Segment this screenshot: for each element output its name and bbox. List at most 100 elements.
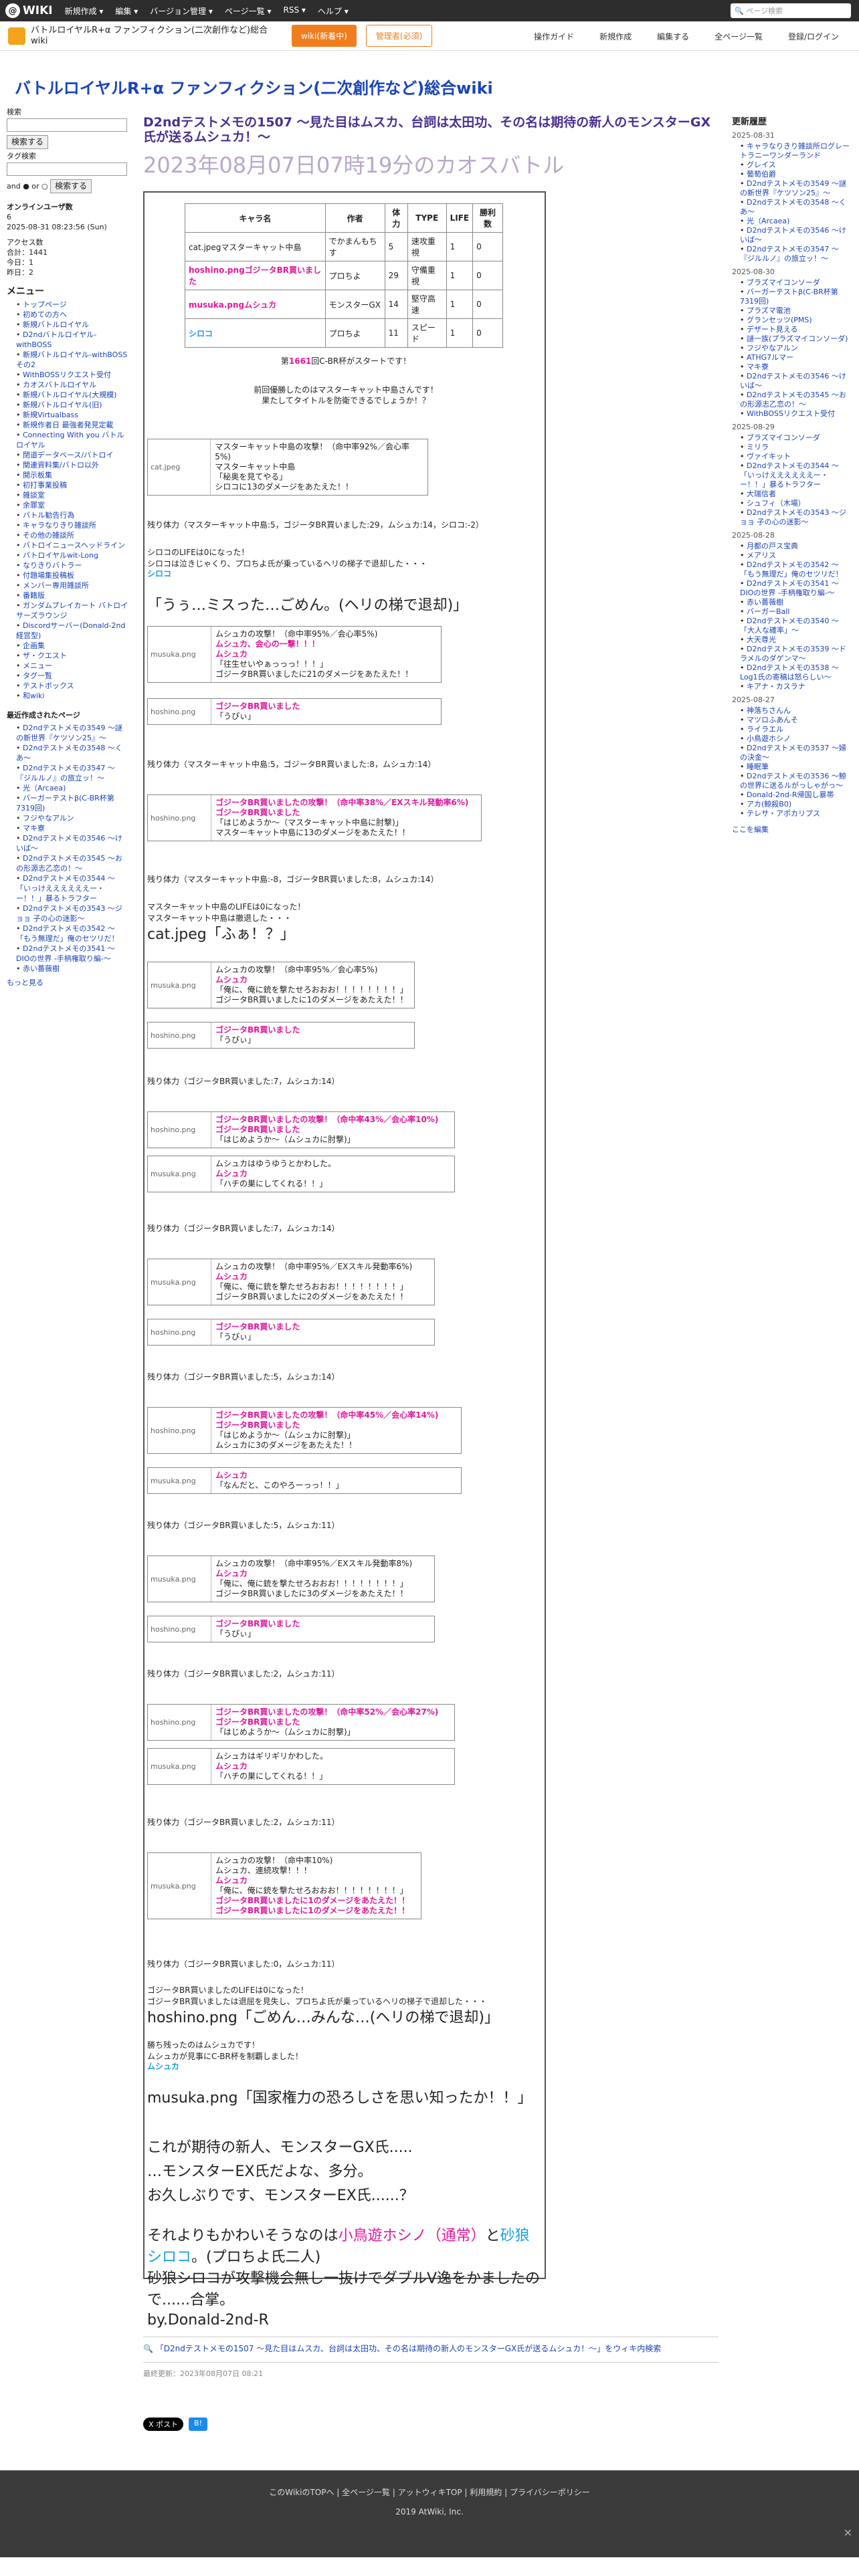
recent-link[interactable]: D2ndテストメモの3542 ～「もう無理だ」俺のセツリだ！: [16, 924, 119, 943]
history-item[interactable]: マツロふあんそ: [740, 716, 852, 725]
atwiki-logo[interactable]: @ WIKI: [5, 3, 53, 18]
history-link[interactable]: ATHG7ルマー: [747, 353, 793, 362]
sidebar-menu-item[interactable]: WithBOSSリクエスト受付: [16, 370, 128, 380]
history-item[interactable]: D2ndテストメモの3537 ～婦の決金～: [740, 744, 852, 762]
close-icon[interactable]: ✕: [844, 2527, 852, 2539]
history-item[interactable]: シュフィ（木場）: [740, 499, 852, 508]
history-link[interactable]: D2ndテストメモの3543 ～ジョョ 子の心の迷影～: [740, 508, 846, 526]
sidebar-menu-item[interactable]: 開示板集: [16, 470, 128, 480]
sidebar-menu-item[interactable]: バトロイニュースヘッドライン: [16, 540, 128, 550]
sidebar-menu-item[interactable]: 和wiki: [16, 691, 128, 701]
recent-item[interactable]: バーガーテストβ(C-BR杯第7319回): [16, 793, 128, 813]
recent-item[interactable]: D2ndテストメモの3542 ～「もう無理だ」俺のセツリだ！: [16, 924, 128, 944]
sidebar-menu-link[interactable]: トップページ: [23, 300, 67, 309]
sidebar-menu-item[interactable]: なりきりバトラー: [16, 560, 128, 570]
history-link[interactable]: 葡萄伯爵: [747, 170, 776, 179]
site-name[interactable]: バトルロイヤルR+α ファンフィクション(二次創作など)総合wiki: [31, 25, 278, 47]
hatena-button[interactable]: B!: [189, 2418, 208, 2431]
history-link[interactable]: バーガーBall: [747, 607, 789, 616]
history-link[interactable]: バーガーテストβ(C-BR杯第7319回): [740, 288, 838, 306]
history-item[interactable]: グレイス: [740, 160, 852, 170]
sidebar-menu-item[interactable]: トップページ: [16, 300, 128, 310]
history-item[interactable]: WithBOSSリクエスト受付: [740, 409, 852, 419]
sidebar-menu-link[interactable]: その他の雑談所: [23, 531, 74, 540]
history-item[interactable]: テレサ・アポカリプス: [740, 809, 852, 819]
sidebar-menu-item[interactable]: キャラなりきり雑談所: [16, 520, 128, 530]
recent-item[interactable]: フジやなアルン: [16, 813, 128, 823]
sidebar-menu-item[interactable]: タグ一覧: [16, 671, 128, 681]
history-item[interactable]: D2ndテストメモの3546 ～けいば～: [740, 372, 852, 391]
sidebar-menu-link[interactable]: ザ・クエスト: [23, 651, 67, 660]
sidebar-menu-item[interactable]: 番籍版: [16, 591, 128, 601]
recent-link[interactable]: マキ寮: [23, 824, 45, 833]
history-item[interactable]: D2ndテストメモの3540 ～「大人な確率」～: [740, 617, 852, 635]
and-or-radio[interactable]: and ● or ○: [7, 182, 48, 191]
history-item[interactable]: キャラなりきり雑談所ログレートラニーワンダーランド: [740, 142, 852, 160]
sidebar-menu-link[interactable]: 新規バトルロイヤル-withBOSSその2: [16, 350, 127, 369]
history-item[interactable]: Donald-2nd-R帰国し暴帯: [740, 790, 852, 800]
history-item[interactable]: D2ndテストメモの3548 ～くあ～: [740, 198, 852, 217]
history-link[interactable]: ブラズマイコンソーダ: [747, 433, 820, 442]
sidebar-menu-item[interactable]: Discordサーバー(Donald-2nd経営型): [16, 621, 128, 641]
sidebar-menu-item[interactable]: メニュー: [16, 661, 128, 671]
history-link[interactable]: フジやなアルン: [747, 344, 798, 352]
sidebar-menu-link[interactable]: ガンダムプレイカート バトロイサーズラウンジ: [16, 601, 128, 620]
sidebar-search-input[interactable]: [7, 118, 127, 132]
history-item[interactable]: 赤い薔薇樹: [740, 598, 852, 607]
history-link[interactable]: D2ndテストメモの3549 ～謎の新世界『ケツソン25』～: [740, 179, 846, 197]
sidebar-menu-link[interactable]: D2ndバトルロイヤル-withBOSS: [16, 330, 96, 349]
history-item[interactable]: D2ndテストメモの3549 ～謎の新世界『ケツソン25』～: [740, 179, 852, 198]
edit-link[interactable]: 編集する: [657, 31, 689, 42]
history-link[interactable]: アカ(鯨殺B0): [747, 800, 791, 809]
recent-link[interactable]: D2ndテストメモの3544 ～「いっけええええええー・ー！！」暴るトラフター: [16, 874, 115, 903]
history-item[interactable]: ライラエル: [740, 725, 852, 734]
history-item[interactable]: 神落ちさんん: [740, 706, 852, 716]
history-item[interactable]: D2ndテストメモの3536 ～鯨の世界に送るルがっしゃがっ～: [740, 772, 852, 790]
wiki-title[interactable]: バトルロイヤルR+α ファンフィクション(二次創作など)総合wiki: [15, 75, 493, 98]
sidebar-menu-link[interactable]: なりきりバトラー: [23, 561, 82, 570]
x-post-button[interactable]: X ポスト: [143, 2418, 184, 2431]
history-link[interactable]: 月都の戸ス宝典: [747, 542, 798, 550]
sidebar-menu-item[interactable]: 初打事業投稿: [16, 480, 128, 490]
recent-link[interactable]: D2ndテストメモの3549 ～謎の新世界『ケツソン25』～: [16, 724, 122, 742]
all-pages-link[interactable]: 全ページ一覧: [714, 31, 763, 42]
footer-link[interactable]: 全ページ一覧: [342, 2488, 390, 2497]
history-link[interactable]: D2ndテストメモの3538 ～Log1氏の寄稿は怒らしい～: [740, 663, 839, 681]
history-link[interactable]: D2ndテストメモの3537 ～婦の決金～: [740, 744, 846, 762]
history-item[interactable]: D2ndテストメモの3543 ～ジョョ 子の心の迷影～: [740, 508, 852, 527]
history-link[interactable]: マツロふあんそ: [747, 716, 798, 724]
sidebar-menu-link[interactable]: 関連資料集/バトロ以外: [23, 461, 99, 469]
sidebar-menu-link[interactable]: 企画集: [23, 641, 45, 650]
menu-version[interactable]: バージョン管理 ▾: [150, 5, 213, 17]
history-link[interactable]: 神落ちさんん: [747, 706, 791, 715]
history-link[interactable]: デザート見える: [747, 325, 798, 334]
sidebar-menu-link[interactable]: 新規バトルロイヤル: [23, 320, 89, 329]
sidebar-menu-link[interactable]: バトロイニュースヘッドライン: [23, 541, 125, 550]
tag-search-input[interactable]: [7, 163, 127, 176]
history-item[interactable]: デザート見える: [740, 325, 852, 334]
history-item[interactable]: D2ndテストメモの3542 ～「もう無理だ」俺のセツリだ！: [740, 560, 852, 579]
history-item[interactable]: D2ndテストメモの3541 ～DIOの世界 -手柄権取り編-～: [740, 579, 852, 598]
recent-link[interactable]: D2ndテストメモの3546 ～けいば～: [16, 834, 122, 853]
sidebar-menu-item[interactable]: 新規バトルロイヤル-withBOSSその2: [16, 350, 128, 370]
history-item[interactable]: バーガーBall: [740, 607, 852, 617]
sidebar-menu-link[interactable]: 付題場集投稿板: [23, 571, 74, 580]
history-item[interactable]: D2ndテストメモの3545 ～おの形源志乙恋の！～: [740, 391, 852, 409]
sidebar-menu-link[interactable]: 新規作者日 最強者発見定載: [23, 421, 114, 429]
history-link[interactable]: D2ndテストメモの3544 ～「いっけええええええー・ー！！」暴るトラフター: [740, 461, 839, 489]
history-item[interactable]: アカ(鯨殺B0): [740, 800, 852, 809]
history-link[interactable]: D2ndテストメモの3548 ～くあ～: [740, 198, 846, 216]
sidebar-menu-item[interactable]: 新規Virtualbass: [16, 410, 128, 420]
history-link[interactable]: D2ndテストメモの3547 ～『ジルルノ』の旅立ッ！～: [740, 245, 839, 263]
history-link[interactable]: 赤い薔薇樹: [747, 598, 783, 607]
recent-item[interactable]: D2ndテストメモの3547 ～『ジルルノ』の旅立ッ！～: [16, 763, 128, 783]
sidebar-menu-link[interactable]: キャラなりきり雑談所: [23, 521, 96, 530]
history-item[interactable]: メアリス: [740, 551, 852, 560]
sidebar-menu-link[interactable]: WithBOSSリクエスト受付: [23, 370, 111, 379]
page-search-input[interactable]: 🔍 ページ検索: [731, 3, 851, 18]
sidebar-menu-item[interactable]: バトロイヤルwit-Long: [16, 550, 128, 560]
footer-link[interactable]: アットウィキTOP: [398, 2488, 462, 2497]
sidebar-menu-item[interactable]: D2ndバトルロイヤル-withBOSS: [16, 330, 128, 350]
sidebar-menu-link[interactable]: バトル勧告行為: [23, 511, 74, 520]
sidebar-menu-item[interactable]: 初めての方へ: [16, 310, 128, 320]
